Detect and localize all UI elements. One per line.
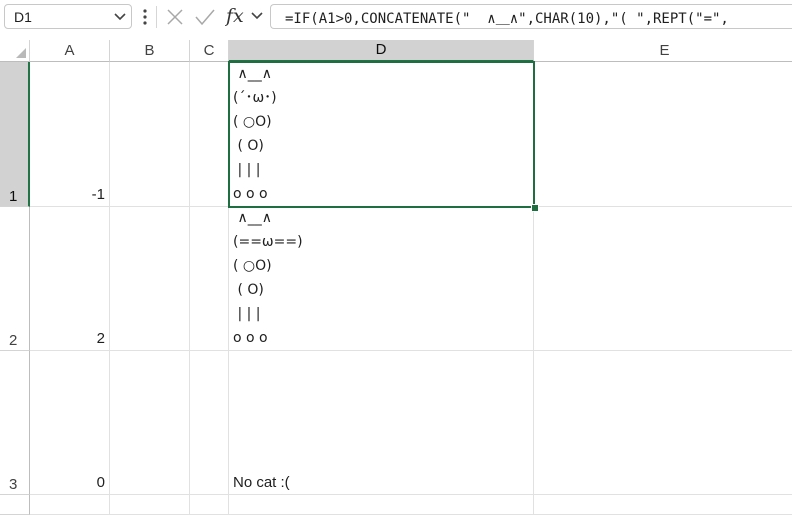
chevron-down-icon[interactable] (113, 11, 127, 23)
cell-e1[interactable] (534, 62, 792, 207)
cell-c3[interactable] (190, 351, 229, 495)
cell-b2[interactable] (110, 207, 190, 351)
select-all-corner[interactable] (0, 40, 30, 62)
cell-b3[interactable] (110, 351, 190, 495)
cell-c1[interactable] (190, 62, 229, 207)
svg-text:fx: fx (225, 5, 244, 27)
row-number: 2 (9, 332, 18, 349)
cell-e3[interactable] (534, 351, 792, 495)
select-all-triangle-icon (16, 48, 26, 58)
column-header-a[interactable]: A (30, 40, 110, 62)
cell-e4[interactable] (534, 495, 792, 515)
cell-a4[interactable] (30, 495, 110, 515)
cell-c4[interactable] (190, 495, 229, 515)
cell-b4[interactable] (110, 495, 190, 515)
vertical-dots-icon[interactable] (141, 8, 149, 26)
column-header-b[interactable]: B (110, 40, 190, 62)
row-header-1[interactable]: 1 (0, 62, 30, 207)
chevron-down-icon[interactable] (250, 10, 264, 22)
cell-d1[interactable]: ∧__∧ (´･ω･) ( ○O) ( O) | | | o o o (229, 62, 534, 207)
fill-handle[interactable] (531, 204, 539, 212)
formula-bar: D1 fx =IF(A1>0,CONCATENATE(" ∧＿∧",CHAR(1… (0, 0, 792, 34)
row-header-2[interactable]: 2 (0, 207, 30, 351)
x-icon[interactable] (164, 6, 186, 28)
cell-value: ∧__∧ (==ω==) ( ○O) ( O) | | | o o o (233, 210, 303, 346)
cell-d3[interactable]: No cat :( (229, 351, 534, 495)
cell-value: -1 (91, 186, 105, 203)
name-box-value: D1 (14, 9, 32, 25)
column-header-e[interactable]: E (534, 40, 792, 62)
row-header-4[interactable] (0, 495, 30, 515)
cell-value: No cat :( (233, 474, 290, 491)
row-number: 3 (9, 476, 18, 493)
column-header-d[interactable]: D (229, 40, 534, 62)
checkmark-icon[interactable] (193, 6, 217, 28)
cell-value: ∧__∧ (´･ω･) ( ○O) ( O) | | | o o o (233, 66, 277, 202)
row-header-3[interactable]: 3 (0, 351, 30, 495)
cell-a1[interactable]: -1 (30, 62, 110, 207)
name-box[interactable]: D1 (4, 4, 132, 29)
formula-input[interactable]: =IF(A1>0,CONCATENATE(" ∧＿∧",CHAR(10),"( … (270, 4, 792, 29)
cell-value: 0 (96, 474, 105, 491)
cell-c2[interactable] (190, 207, 229, 351)
formula-text: =IF(A1>0,CONCATENATE(" ∧＿∧",CHAR(10),"( … (285, 11, 729, 27)
cell-e2[interactable] (534, 207, 792, 351)
row-number: 1 (9, 188, 18, 205)
formula-bar-divider (156, 6, 157, 28)
cell-value: 2 (96, 330, 105, 347)
cell-d2[interactable]: ∧__∧ (==ω==) ( ○O) ( O) | | | o o o (229, 207, 534, 351)
column-header-c[interactable]: C (190, 40, 229, 62)
cell-b1[interactable] (110, 62, 190, 207)
fx-icon[interactable]: fx (225, 3, 247, 29)
cell-d4[interactable] (229, 495, 534, 515)
cell-a2[interactable]: 2 (30, 207, 110, 351)
cell-a3[interactable]: 0 (30, 351, 110, 495)
